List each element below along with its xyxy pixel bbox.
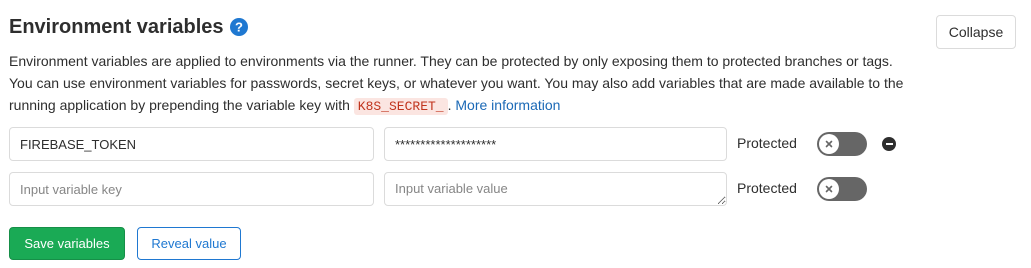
reveal-value-button[interactable]: Reveal value	[137, 227, 241, 260]
protected-toggle[interactable]	[817, 132, 867, 156]
toggle-off-icon	[819, 179, 839, 199]
new-variable-key-input[interactable]	[9, 172, 374, 206]
question-circle-icon[interactable]: ?	[229, 18, 248, 36]
svg-text:?: ?	[235, 20, 243, 35]
protected-toggle[interactable]	[817, 177, 867, 201]
k8s-secret-code: K8S_SECRET_	[353, 98, 448, 115]
variable-key-input[interactable]	[9, 127, 374, 161]
more-information-link[interactable]: More information	[455, 97, 560, 113]
section-description: Environment variables are applied to env…	[9, 50, 909, 118]
toggle-off-icon	[819, 134, 839, 154]
save-variables-button[interactable]: Save variables	[9, 227, 125, 260]
new-variable-value-input[interactable]	[384, 172, 727, 206]
protected-label: Protected	[737, 135, 797, 151]
collapse-button[interactable]: Collapse	[936, 15, 1016, 49]
protected-label: Protected	[737, 180, 797, 196]
section-title: Environment variables	[9, 16, 224, 38]
variable-value-input[interactable]	[384, 127, 727, 161]
section-header: Environment variables ?	[9, 14, 248, 40]
remove-circle-icon[interactable]	[882, 137, 896, 151]
